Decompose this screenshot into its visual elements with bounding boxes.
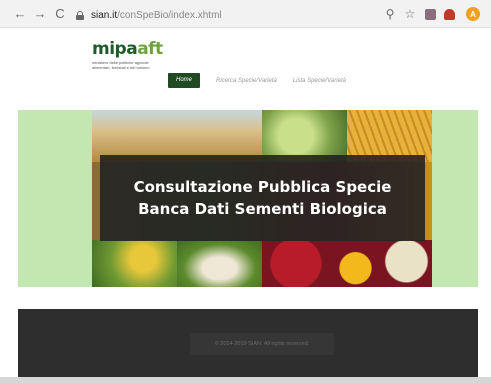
copyright-text: © 2014-2019 SIAN. All rights reserved. [190,333,334,355]
profile-avatar[interactable]: A [466,7,480,21]
star-icon[interactable]: ☆ [403,7,417,21]
lock-icon [76,10,84,20]
menu-item-home[interactable]: Home [168,73,201,88]
hero-banner: Consultazione Pubblica Specie Banca Dati… [18,110,478,287]
browser-toolbar: ← → C sian.it/conSpeBio/index.xhtml ⚲ ☆ … [0,0,491,28]
window-bottom-edge [0,377,491,383]
back-button[interactable]: ← [12,6,28,22]
menu-item-list[interactable]: Lista Specie/Varietà [293,78,346,84]
site-header: mipaaft ministero delle politiche agrico… [18,28,478,110]
fruit-photo [262,240,432,287]
vegetables-photo [92,240,177,287]
site-logo[interactable]: mipaaft ministero delle politiche agrico… [92,40,163,70]
page: ← → C sian.it/conSpeBio/index.xhtml ⚲ ☆ … [0,0,491,383]
hero-title-box: Consultazione Pubblica Specie Banca Dati… [100,155,425,241]
garlic-photo [177,240,262,287]
logo-wordmark: mipaaft [92,39,163,59]
url-host: sian.it [91,9,118,21]
site-footer: © 2014-2019 SIAN. All rights reserved. [18,309,478,377]
url-path: /conSpeBio/index.xhtml [117,9,222,21]
main-menu: Home Ricerca Specie/Varietà Lista Specie… [168,73,346,88]
search-icon[interactable]: ⚲ [383,7,397,21]
address-bar[interactable]: sian.it/conSpeBio/index.xhtml [76,7,378,23]
extension-icon[interactable] [442,7,456,21]
forward-button[interactable]: → [32,6,48,22]
logo-subtitle: ministero delle politiche agricole alime… [92,60,150,70]
reload-button[interactable]: C [52,6,68,22]
hero-title-line-2: Banca Dati Sementi Biologica [138,200,387,218]
menu-item-search[interactable]: Ricerca Specie/Varietà [216,78,277,84]
hero-title-line-1: Consultazione Pubblica Specie [133,178,392,196]
extension-icon[interactable] [423,7,437,21]
